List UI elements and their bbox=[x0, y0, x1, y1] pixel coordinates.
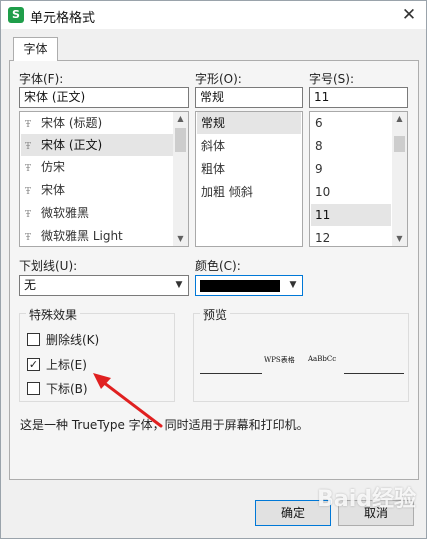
style-list[interactable]: 常规 斜体 粗体 加粗 倾斜 bbox=[195, 111, 303, 247]
scroll-down-icon[interactable]: ▼ bbox=[392, 232, 407, 246]
list-item-label: 宋体 (正文) bbox=[41, 138, 103, 152]
wps-app-icon: S bbox=[8, 7, 24, 23]
list-item-label: 微软雅黑 bbox=[41, 206, 90, 220]
font-info-text: 这是一种 TrueType 字体，同时适用于屏幕和打印机。 bbox=[20, 418, 309, 432]
underline-label: 下划线(U): bbox=[19, 259, 78, 273]
list-item[interactable]: 9 bbox=[311, 158, 391, 180]
list-item[interactable]: 加粗 倾斜 bbox=[197, 181, 301, 203]
font-tab-panel: 字体(F): 宋体 (正文) Ŧ 宋体 (标题) Ŧ 宋体 (正文) Ŧ 仿宋 Ŧ 宋体… bbox=[9, 60, 419, 480]
checkbox-box[interactable] bbox=[27, 382, 40, 395]
size-input[interactable]: 11 bbox=[309, 87, 408, 108]
dialog-title: 单元格格式 bbox=[30, 11, 96, 26]
list-item-label: 宋体 bbox=[41, 183, 66, 197]
effects-group: 特殊效果 删除线(K) ✓ 上标(E) 下标(B) bbox=[19, 306, 175, 402]
font-label: 字体(F): bbox=[19, 72, 64, 86]
tab-font[interactable]: 字体 bbox=[13, 37, 58, 61]
chevron-down-icon[interactable]: ▼ bbox=[172, 276, 186, 295]
truetype-font-icon: Ŧ bbox=[25, 233, 32, 243]
watermark-logo: Baid经验 bbox=[317, 487, 416, 512]
size-label: 字号(S): bbox=[309, 72, 355, 86]
truetype-font-icon: Ŧ bbox=[25, 164, 32, 174]
list-item[interactable]: 10 bbox=[311, 181, 391, 203]
list-item[interactable]: 11 bbox=[311, 204, 391, 226]
underline-select[interactable]: 无 ▼ bbox=[19, 275, 189, 296]
subscript-label: 下标(B) bbox=[46, 382, 88, 396]
list-item-label: 微软雅黑 Light bbox=[41, 229, 123, 243]
scroll-up-icon[interactable]: ▲ bbox=[173, 112, 188, 126]
list-item-label: 宋体 (标题) bbox=[41, 116, 103, 130]
list-item[interactable]: 斜体 bbox=[197, 135, 301, 157]
scroll-thumb[interactable] bbox=[394, 136, 405, 152]
list-item[interactable]: Ŧ 仿宋 bbox=[21, 156, 173, 178]
list-item[interactable]: 8 bbox=[311, 135, 391, 157]
preview-title: 预览 bbox=[200, 306, 231, 323]
preview-sample-sub: AaBbCc bbox=[308, 355, 337, 363]
strikethrough-label: 删除线(K) bbox=[46, 333, 100, 347]
preview-group: 预览 WPS表格 AaBbCc bbox=[193, 306, 409, 402]
preview-baseline bbox=[344, 373, 404, 374]
list-item[interactable]: 6 bbox=[311, 112, 391, 134]
close-icon[interactable]: ✕ bbox=[398, 4, 420, 26]
color-select[interactable]: ▼ bbox=[195, 275, 303, 296]
scroll-up-icon[interactable]: ▲ bbox=[392, 112, 407, 126]
truetype-font-icon: Ŧ bbox=[25, 187, 32, 197]
title-bar: S 单元格格式 ✕ bbox=[1, 1, 426, 29]
color-label: 颜色(C): bbox=[195, 259, 241, 273]
list-item[interactable]: Ŧ 微软雅黑 bbox=[21, 202, 173, 224]
list-item[interactable]: Ŧ 宋体 (标题) bbox=[21, 112, 173, 134]
scroll-down-icon[interactable]: ▼ bbox=[173, 232, 188, 246]
size-list[interactable]: 6 8 9 10 11 12 ▲ ▼ bbox=[309, 111, 408, 247]
effects-title: 特殊效果 bbox=[26, 306, 81, 323]
list-item-label: 仿宋 bbox=[41, 160, 66, 174]
chevron-down-icon[interactable]: ▼ bbox=[286, 276, 300, 295]
list-item[interactable]: 粗体 bbox=[197, 158, 301, 180]
font-list[interactable]: Ŧ 宋体 (标题) Ŧ 宋体 (正文) Ŧ 仿宋 Ŧ 宋体 Ŧ 微软雅黑 Ŧ 微软雅黑 Li… bbox=[19, 111, 189, 247]
checkbox-box[interactable] bbox=[27, 333, 40, 346]
superscript-label: 上标(E) bbox=[46, 358, 87, 372]
list-item[interactable]: Ŧ 微软雅黑 Light bbox=[21, 225, 173, 246]
list-item[interactable]: 12 bbox=[311, 227, 391, 246]
checkmark-icon[interactable]: ✓ bbox=[27, 358, 40, 371]
truetype-font-icon: Ŧ bbox=[25, 142, 32, 152]
list-item[interactable]: Ŧ 宋体 bbox=[21, 179, 173, 201]
font-list-scrollbar[interactable]: ▲ ▼ bbox=[173, 112, 188, 246]
preview-baseline bbox=[200, 373, 262, 374]
list-item[interactable]: Ŧ 宋体 (正文) bbox=[21, 134, 173, 156]
underline-value: 无 bbox=[24, 278, 37, 292]
preview-sample-main: WPS表格 bbox=[264, 356, 295, 364]
scroll-thumb[interactable] bbox=[175, 128, 186, 152]
truetype-font-icon: Ŧ bbox=[25, 120, 32, 130]
truetype-font-icon: Ŧ bbox=[25, 210, 32, 220]
color-swatch bbox=[200, 280, 280, 292]
style-input[interactable]: 常规 bbox=[195, 87, 303, 108]
style-label: 字形(O): bbox=[195, 72, 242, 86]
size-list-scrollbar[interactable]: ▲ ▼ bbox=[392, 112, 407, 246]
list-item[interactable]: 常规 bbox=[197, 112, 301, 134]
format-cells-dialog: S 单元格格式 ✕ 字体 字体(F): 宋体 (正文) Ŧ 宋体 (标题) Ŧ 宋体… bbox=[0, 0, 427, 539]
font-input[interactable]: 宋体 (正文) bbox=[19, 87, 189, 108]
